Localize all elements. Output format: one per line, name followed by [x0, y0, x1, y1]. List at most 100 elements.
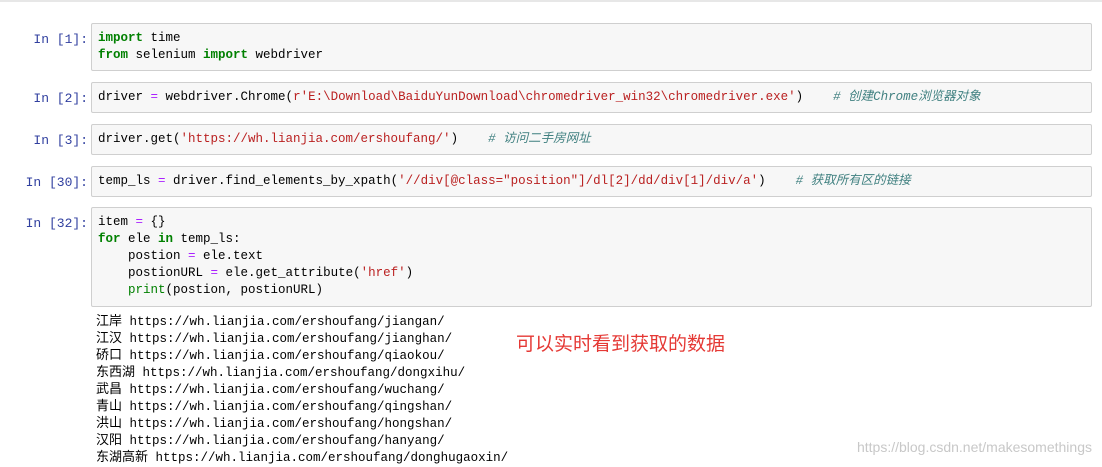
code-line: from selenium import webdriver — [98, 47, 323, 64]
output-line: 青山 https://wh.lianjia.com/ershoufang/qin… — [96, 398, 508, 415]
output-line: 洪山 https://wh.lianjia.com/ershoufang/hon… — [96, 415, 508, 432]
code-token: = — [135, 215, 144, 229]
code-editor[interactable]: driver.get('https://wh.lianjia.com/ersho… — [98, 131, 591, 148]
district-url: https://wh.lianjia.com/ershoufang/wuchan… — [122, 383, 445, 397]
code-editor[interactable]: item = {} for ele in temp_ls: postion = e… — [98, 214, 413, 299]
code-token: = — [150, 90, 159, 104]
district-url: https://wh.lianjia.com/ershoufang/qingsh… — [122, 400, 453, 414]
code-token: webdriver — [248, 48, 324, 62]
district-url: https://wh.lianjia.com/ershoufang/hongsh… — [122, 417, 453, 431]
code-token: = — [158, 174, 166, 188]
code-token: in — [158, 232, 174, 246]
code-token: postion — [98, 249, 189, 263]
cell-input-area[interactable]: import time from selenium import webdrive… — [91, 23, 1092, 71]
cell-prompt: In [2]: — [33, 91, 88, 106]
code-token: ele.text — [195, 249, 264, 263]
code-line: item = {} — [98, 214, 413, 231]
cell-input-area[interactable]: temp_ls = driver.find_elements_by_xpath(… — [91, 166, 1092, 197]
code-token: (postion, postionURL) — [165, 283, 324, 297]
code-token: # 获取所有区的链接 — [795, 174, 911, 188]
district-name: 硚口 — [96, 348, 123, 363]
code-token: item — [98, 215, 136, 229]
district-name: 东西湖 — [96, 365, 136, 380]
code-token: temp_ls: — [173, 232, 241, 246]
code-editor[interactable]: driver = webdriver.Chrome(r'E:\Download\… — [98, 89, 981, 106]
code-token: r'E:\Download\BaiduYunDownload\chromedri… — [293, 90, 796, 104]
notebook-top-border — [0, 0, 1102, 2]
output-line: 硚口 https://wh.lianjia.com/ershoufang/qia… — [96, 347, 508, 364]
cell-prompt: In [30]: — [25, 175, 88, 190]
district-url: https://wh.lianjia.com/ershoufang/donghu… — [148, 451, 509, 465]
code-token: import — [203, 48, 249, 62]
code-token: # 创建Chrome浏览器对象 — [833, 90, 981, 104]
code-token: 'https://wh.lianjia.com/ershoufang/' — [180, 132, 451, 146]
annotation-text: 可以实时看到获取的数据 — [516, 333, 726, 355]
cell-input-area[interactable]: driver = webdriver.Chrome(r'E:\Download\… — [91, 82, 1092, 113]
cell-prompt: In [1]: — [33, 32, 88, 47]
cell-prompt: In [32]: — [25, 216, 88, 231]
code-cell-4[interactable]: In [30]: temp_ls = driver.find_elements_… — [0, 166, 1102, 197]
code-token: driver.get( — [98, 132, 181, 146]
code-token: ) — [450, 132, 489, 146]
code-token: temp_ls — [98, 174, 159, 188]
code-line: import time — [98, 30, 323, 47]
district-url: https://wh.lianjia.com/ershoufang/jianga… — [122, 315, 445, 329]
district-name: 青山 — [96, 399, 123, 414]
code-token: driver.find_elements_by_xpath( — [165, 174, 399, 188]
code-line: driver = webdriver.Chrome(r'E:\Download\… — [98, 89, 981, 106]
code-token: import — [98, 31, 144, 45]
code-token: # 访问二手房网址 — [488, 132, 591, 146]
code-token: ) — [758, 174, 796, 188]
district-url: https://wh.lianjia.com/ershoufang/qiaoko… — [122, 349, 445, 363]
code-token: ) — [795, 90, 834, 104]
code-line: postion = ele.text — [98, 248, 413, 265]
code-token: {} — [143, 215, 166, 229]
code-token: print — [128, 283, 166, 297]
code-token: webdriver.Chrome( — [158, 90, 294, 104]
district-name: 江汉 — [96, 331, 123, 346]
code-token: 'href' — [360, 266, 406, 280]
code-line: print(postion, postionURL) — [98, 282, 413, 299]
code-cell-2[interactable]: In [2]: driver = webdriver.Chrome(r'E:\D… — [0, 82, 1102, 113]
district-url: https://wh.lianjia.com/ershoufang/dongxi… — [135, 366, 466, 380]
cell-output: 江岸 https://wh.lianjia.com/ershoufang/jia… — [96, 313, 508, 466]
output-line: 武昌 https://wh.lianjia.com/ershoufang/wuc… — [96, 381, 508, 398]
code-token: driver — [98, 90, 151, 104]
code-token: ele — [120, 232, 159, 246]
code-token: ) — [405, 266, 414, 280]
cell-prompt: In [3]: — [33, 133, 88, 148]
code-token: = — [188, 249, 196, 263]
output-line: 东西湖 https://wh.lianjia.com/ershoufang/do… — [96, 364, 508, 381]
district-url: https://wh.lianjia.com/ershoufang/jiangh… — [122, 332, 453, 346]
district-name: 汉阳 — [96, 433, 123, 448]
code-editor[interactable]: temp_ls = driver.find_elements_by_xpath(… — [98, 173, 911, 190]
code-token: '//div[@class="position"]/dl[2]/dd/div[1… — [398, 174, 759, 188]
code-line: temp_ls = driver.find_elements_by_xpath(… — [98, 173, 911, 190]
code-token: selenium — [128, 48, 204, 62]
code-line: for ele in temp_ls: — [98, 231, 413, 248]
code-token: from — [98, 48, 129, 62]
code-line: postionURL = ele.get_attribute('href') — [98, 265, 413, 282]
output-line: 汉阳 https://wh.lianjia.com/ershoufang/han… — [96, 432, 508, 449]
code-token: ele.get_attribute( — [218, 266, 361, 280]
code-token: = — [210, 266, 219, 280]
cell-input-area[interactable]: driver.get('https://wh.lianjia.com/ersho… — [91, 124, 1092, 155]
district-name: 江岸 — [96, 314, 123, 329]
output-line: 东湖高新 https://wh.lianjia.com/ershoufang/d… — [96, 449, 508, 466]
cell-input-area[interactable]: item = {} for ele in temp_ls: postion = e… — [91, 207, 1092, 307]
district-name: 东湖高新 — [96, 450, 149, 465]
output-line: 江汉 https://wh.lianjia.com/ershoufang/jia… — [96, 330, 508, 347]
district-name: 洪山 — [96, 416, 123, 431]
code-token: time — [143, 31, 181, 45]
watermark: https://blog.csdn.net/makesomethings — [856, 439, 1092, 455]
code-cell-3[interactable]: In [3]: driver.get('https://wh.lianjia.c… — [0, 124, 1102, 155]
code-editor[interactable]: import time from selenium import webdrive… — [98, 30, 323, 64]
code-token: for — [98, 232, 121, 246]
output-line: 江岸 https://wh.lianjia.com/ershoufang/jia… — [96, 313, 508, 330]
district-url: https://wh.lianjia.com/ershoufang/hanyan… — [122, 434, 445, 448]
code-cell-1[interactable]: In [1]: import time from selenium import … — [0, 23, 1102, 71]
code-line: driver.get('https://wh.lianjia.com/ersho… — [98, 131, 591, 148]
code-token: postionURL — [98, 266, 211, 280]
district-name: 武昌 — [96, 382, 123, 397]
